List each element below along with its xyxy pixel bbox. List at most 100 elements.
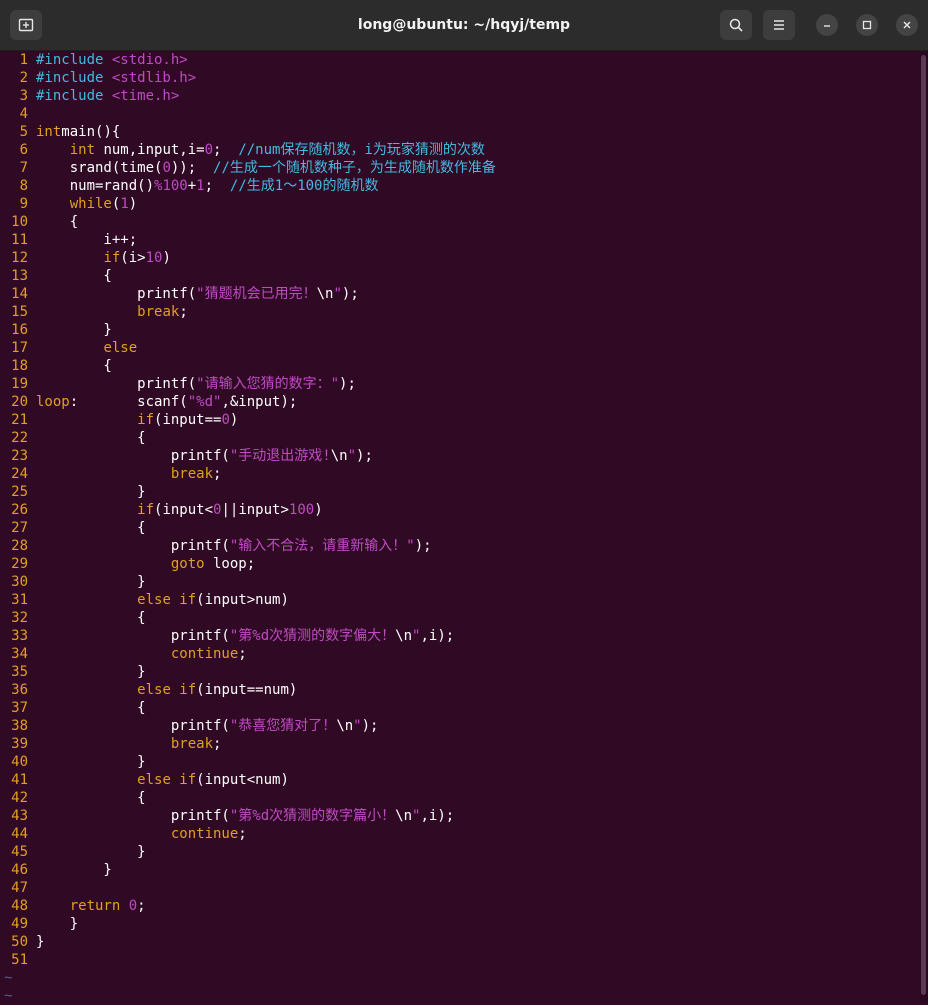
line-number: 35 bbox=[11, 664, 28, 680]
code-line: 30 } bbox=[4, 573, 496, 591]
close-button[interactable] bbox=[896, 14, 918, 36]
code-token: printf( bbox=[36, 376, 197, 392]
code-line: 28 printf("输入不合法，请重新输入！"); bbox=[4, 537, 496, 555]
code-token: int bbox=[36, 124, 62, 140]
code-line: 9 while(1) bbox=[4, 195, 496, 213]
code-token: "第%d次猜测的数字偏大！ bbox=[229, 628, 396, 644]
line-number: 44 bbox=[11, 826, 28, 842]
code-token: printf( bbox=[36, 718, 230, 734]
code-line: 31 else if(input>num) bbox=[4, 591, 496, 609]
code-line: 12 if(i>10) bbox=[4, 249, 496, 267]
code-token: while bbox=[69, 196, 112, 212]
line-number: 15 bbox=[11, 304, 28, 320]
menu-button[interactable] bbox=[763, 10, 795, 40]
code-token: else if bbox=[137, 592, 197, 608]
close-icon bbox=[903, 21, 911, 29]
line-number: 3 bbox=[19, 88, 28, 104]
code-token: { bbox=[36, 610, 146, 626]
code-token: else if bbox=[137, 772, 197, 788]
code-line: 2 #include <stdlib.h> bbox=[4, 69, 496, 87]
code-token: ); bbox=[361, 718, 379, 734]
code-token: } bbox=[36, 484, 146, 500]
line-number: 16 bbox=[11, 322, 28, 338]
code-listing: 1 #include <stdio.h> 2 #include <stdlib.h> 3… bbox=[4, 51, 496, 1005]
line-number: 31 bbox=[11, 592, 28, 608]
code-token: { bbox=[36, 790, 146, 806]
code-token: break bbox=[137, 304, 180, 320]
code-token: break bbox=[170, 736, 214, 752]
line-number: 24 bbox=[11, 466, 28, 482]
code-token: ,i); bbox=[420, 808, 455, 824]
line-number: 18 bbox=[11, 358, 28, 374]
code-line: 5 intmain(){ bbox=[4, 123, 496, 141]
code-token: " bbox=[347, 448, 357, 464]
code-token: (input== bbox=[154, 412, 222, 428]
line-number: 25 bbox=[11, 484, 28, 500]
code-token: else if bbox=[137, 682, 197, 698]
code-token: if bbox=[137, 412, 155, 428]
code-token: else bbox=[103, 340, 138, 356]
code-token: } bbox=[36, 934, 45, 950]
line-number: 49 bbox=[11, 916, 28, 932]
code-token: \n bbox=[336, 718, 354, 734]
line-number: 34 bbox=[11, 646, 28, 662]
code-token: continue bbox=[170, 826, 239, 842]
line-number: 7 bbox=[19, 160, 28, 176]
code-token: ; bbox=[204, 178, 230, 194]
code-token: "第%d次猜测的数字篇小！ bbox=[229, 808, 396, 824]
code-line: 13 { bbox=[4, 267, 496, 285]
line-number: 51 bbox=[11, 952, 28, 968]
code-token: } bbox=[36, 574, 146, 590]
code-line: 33 printf("第%d次猜测的数字偏大！\n",i); bbox=[4, 627, 496, 645]
code-token: " bbox=[353, 718, 362, 734]
code-line: 1 #include <stdio.h> bbox=[4, 51, 496, 69]
maximize-button[interactable] bbox=[856, 14, 878, 36]
code-line: 32 { bbox=[4, 609, 496, 627]
code-line: 16 } bbox=[4, 321, 496, 339]
line-number: 40 bbox=[11, 754, 28, 770]
code-token: "%d" bbox=[187, 394, 222, 410]
code-token: } bbox=[36, 862, 112, 878]
code-token: 100 bbox=[288, 502, 315, 518]
line-number: 22 bbox=[11, 430, 28, 446]
code-token: //生成1～100的随机数 bbox=[229, 178, 379, 194]
code-token: <time.h> bbox=[111, 88, 180, 104]
code-token: //生成一个随机数种子，为生成随机数作准备 bbox=[213, 160, 496, 176]
code-token: ) bbox=[314, 502, 323, 518]
scrollbar-thumb[interactable] bbox=[921, 55, 926, 995]
code-token: return bbox=[69, 898, 121, 914]
code-token: srand(time( bbox=[36, 160, 163, 176]
line-number: 20 bbox=[11, 394, 28, 410]
code-line: 46 } bbox=[4, 861, 496, 879]
code-token: (i> bbox=[120, 250, 146, 266]
code-line: 48 return 0; bbox=[4, 897, 496, 915]
code-token: ); bbox=[414, 538, 432, 554]
code-line: 10 { bbox=[4, 213, 496, 231]
code-token: #include bbox=[36, 88, 112, 104]
code-line: 15 break; bbox=[4, 303, 496, 321]
line-number: 5 bbox=[19, 124, 28, 140]
code-token: : scanf( bbox=[69, 394, 188, 410]
minimize-button[interactable] bbox=[816, 14, 838, 36]
line-number: 21 bbox=[11, 412, 28, 428]
code-line: 49 } bbox=[4, 915, 496, 933]
code-token: 0 bbox=[221, 412, 230, 428]
code-token: (input<num) bbox=[196, 772, 289, 788]
code-line: 43 printf("第%d次猜测的数字篇小！\n",i); bbox=[4, 807, 496, 825]
search-button[interactable] bbox=[720, 10, 752, 40]
code-token: num=rand() bbox=[36, 178, 155, 194]
line-number: 46 bbox=[11, 862, 28, 878]
code-line: 25 } bbox=[4, 483, 496, 501]
line-number: 19 bbox=[11, 376, 28, 392]
code-line: 47 bbox=[4, 879, 496, 897]
code-token: ; bbox=[213, 736, 222, 752]
code-line: 17 else bbox=[4, 339, 496, 357]
code-line: 41 else if(input<num) bbox=[4, 771, 496, 789]
code-line: 26 if(input<0||input>100) bbox=[4, 501, 496, 519]
line-number: 2 bbox=[19, 70, 28, 86]
code-line: 27 { bbox=[4, 519, 496, 537]
